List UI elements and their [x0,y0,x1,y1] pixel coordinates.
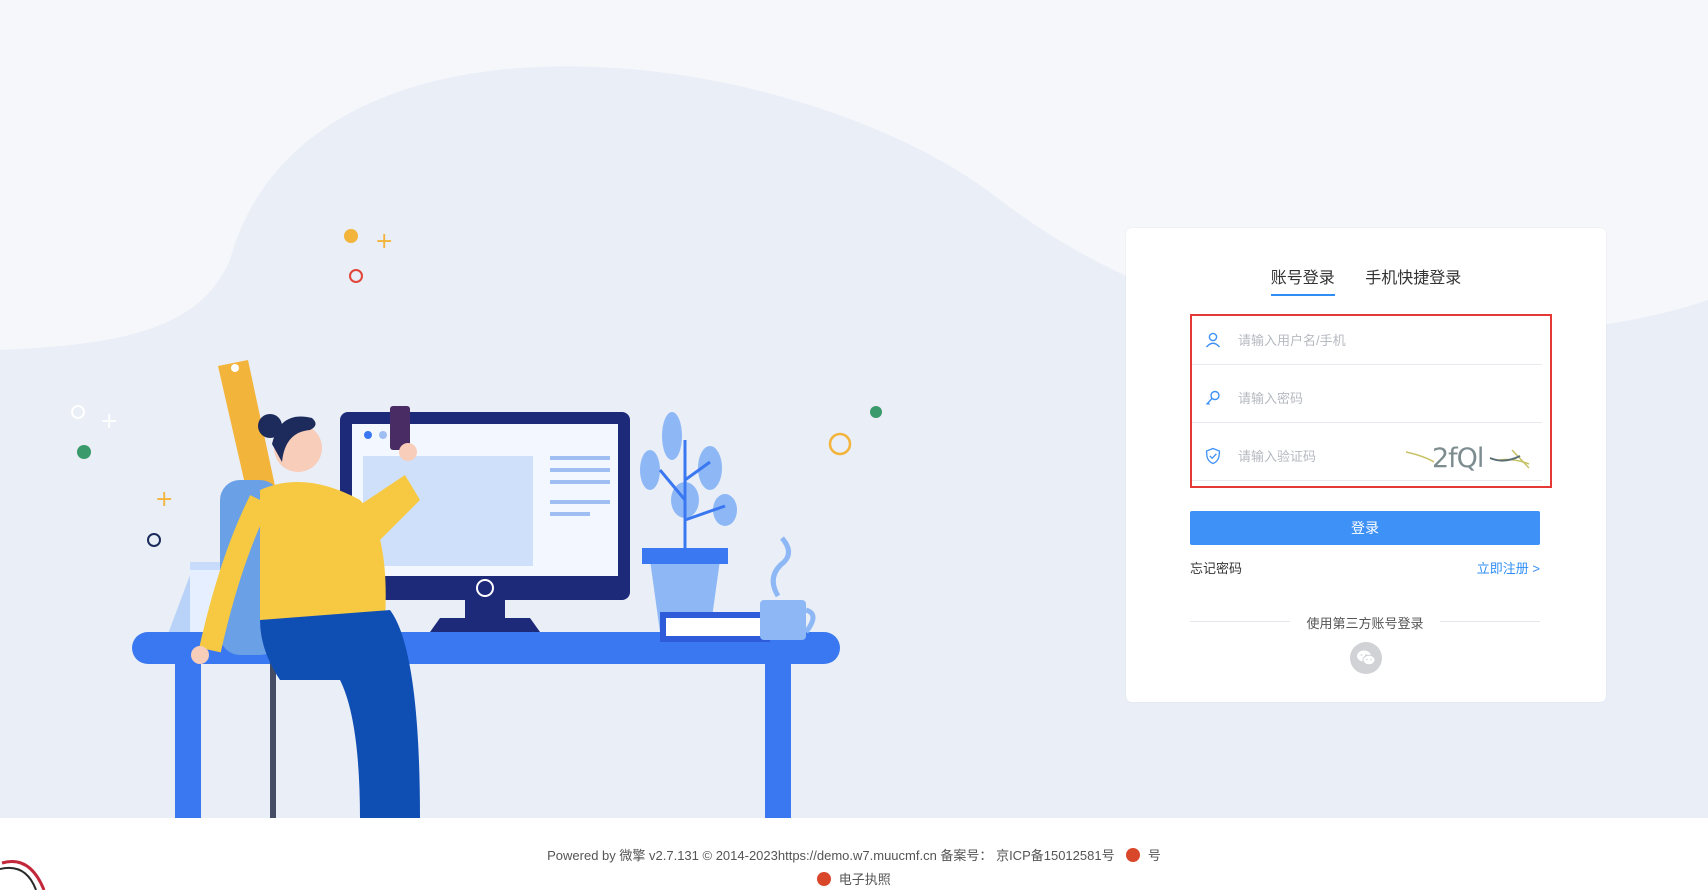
police-emblem-icon [1126,848,1141,862]
footer: Powered by 微擎 v2.7.131 © 2014-2023https:… [0,818,1708,890]
captcha-field: 2fQl [1192,432,1542,481]
svg-text:+: + [100,409,118,434]
captcha-text: 2fQl [1432,443,1483,474]
auth-links: 忘记密码 立即注册 > [1190,558,1540,577]
third-party-label: 使用第三方账号登录 [1306,616,1424,631]
username-field [1192,316,1542,365]
wechat-icon [1357,650,1376,666]
footer-copyright-row: Powered by 微擎 v2.7.131 © 2014-2023https:… [0,845,1708,864]
svg-text:+: + [155,487,173,512]
tab-phone-login[interactable]: 手机快捷登录 [1365,264,1461,294]
tab-account-login[interactable]: 账号登录 [1270,264,1335,296]
register-link[interactable]: 立即注册 > [1477,558,1540,577]
user-icon [1205,332,1221,348]
login-button[interactable]: 登录 [1190,511,1540,545]
password-input[interactable] [1236,389,1440,407]
password-field [1192,374,1542,423]
wechat-login-button[interactable] [1350,642,1382,674]
corner-swirl-logo [0,860,46,890]
shield-icon [1205,447,1221,465]
footer-powered: Powered by 微擎 v2.7.131 © 2014-2023https:… [547,848,993,863]
login-tabs: 账号登录 手机快捷登录 [1126,264,1606,296]
username-input[interactable] [1236,331,1440,349]
icp-link[interactable]: 京ICP备15012581号 [996,848,1115,863]
footer-license-row: 电子执照 [0,869,1708,888]
third-party-divider: 使用第三方账号登录 [1190,613,1540,632]
login-card: 账号登录 手机快捷登录 2fQl 登录 忘记密码 立即注册 > [1126,228,1606,702]
forgot-password-link[interactable]: 忘记密码 [1190,558,1242,577]
police-record: 号 [1147,848,1161,863]
license-icon [817,872,832,886]
captcha-image[interactable]: 2fQl [1404,438,1534,474]
key-icon [1205,390,1220,405]
svg-text:+: + [375,229,393,254]
workspace-illustration: + + + [71,229,882,818]
business-license-link[interactable]: 电子执照 [839,872,891,887]
